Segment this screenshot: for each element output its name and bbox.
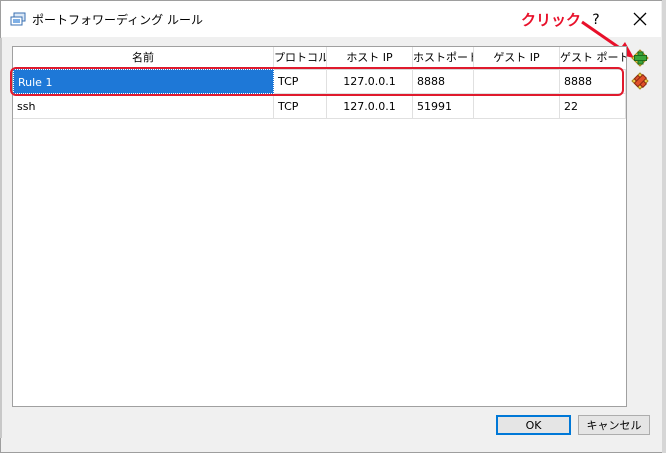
background-window-edge-right: [662, 0, 666, 453]
cell-name[interactable]: ssh: [13, 94, 274, 119]
column-header-protocol[interactable]: プロトコル: [274, 47, 327, 69]
column-header-host-ip[interactable]: ホスト IP: [327, 47, 413, 69]
cancel-button[interactable]: キャンセル: [578, 415, 650, 435]
cell-host-ip[interactable]: 127.0.0.1: [327, 69, 413, 94]
cell-guest-ip[interactable]: [474, 69, 560, 94]
annotation-label: クリック: [521, 11, 582, 29]
column-header-host-port[interactable]: ホストポート: [413, 47, 474, 69]
remove-rule-icon[interactable]: [630, 71, 650, 91]
add-rule-icon[interactable]: [630, 48, 650, 68]
column-header-guest-ip[interactable]: ゲスト IP: [474, 47, 560, 69]
cell-guest-port[interactable]: 22: [560, 94, 626, 119]
cell-protocol[interactable]: TCP: [274, 69, 327, 94]
cell-host-port[interactable]: 51991: [413, 94, 474, 119]
column-header-guest-port[interactable]: ゲスト ポート: [560, 47, 626, 69]
cell-name[interactable]: Rule 1: [13, 69, 274, 94]
cell-guest-ip[interactable]: [474, 94, 560, 119]
table-row[interactable]: Rule 1 TCP 127.0.0.1 8888 8888: [13, 69, 626, 94]
window-title: ポートフォワーディング ルール: [32, 13, 203, 27]
column-header-name[interactable]: 名前: [13, 47, 274, 69]
port-forwarding-table[interactable]: 名前 プロトコル ホスト IP ホストポート ゲスト IP ゲスト ポート Ru…: [12, 46, 627, 407]
cell-host-ip[interactable]: 127.0.0.1: [327, 94, 413, 119]
virtualbox-window-icon: [10, 12, 26, 26]
cell-protocol[interactable]: TCP: [274, 94, 327, 119]
ok-button[interactable]: OK: [496, 415, 571, 435]
table-row[interactable]: ssh TCP 127.0.0.1 51991 22: [13, 94, 626, 119]
cell-host-port[interactable]: 8888: [413, 69, 474, 94]
table-header: 名前 プロトコル ホスト IP ホストポート ゲスト IP ゲスト ポート: [13, 47, 626, 70]
background-window-edge: [0, 38, 2, 438]
cell-guest-port[interactable]: 8888: [560, 69, 626, 94]
